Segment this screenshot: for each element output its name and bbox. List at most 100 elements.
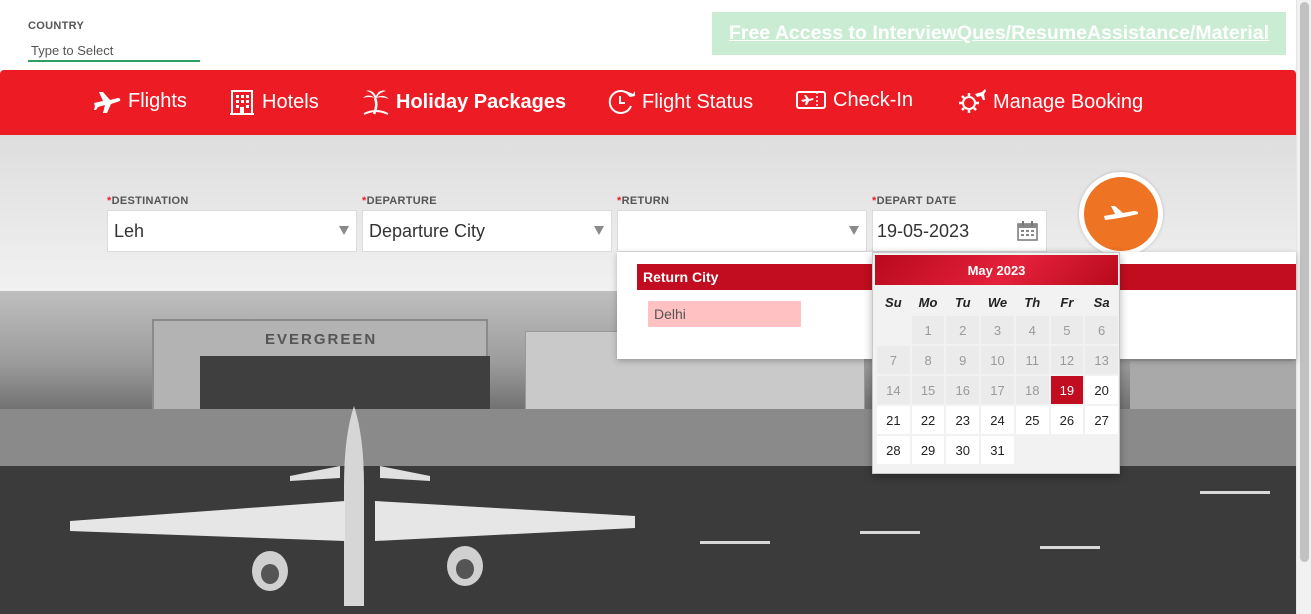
nav-item-flight-status[interactable]: Flight Status bbox=[606, 88, 753, 116]
depart-date-label: DEPART DATE bbox=[876, 195, 957, 207]
calendar-day-disabled: 13 bbox=[1084, 345, 1119, 375]
depart-date-value: 19-05-2023 bbox=[877, 220, 970, 241]
country-label: COUNTRY bbox=[28, 20, 85, 32]
return-city-option[interactable]: Delhi bbox=[648, 301, 801, 327]
weekday-header: Th bbox=[1024, 294, 1041, 310]
page-scrollbar[interactable] bbox=[1296, 0, 1311, 614]
datepicker: May 2023 Su Mo Tu We Th Fr Sa 1 2 3 4 5 6 7 8 9 10 11 12 1… bbox=[872, 252, 1120, 474]
ticket-icon bbox=[795, 88, 827, 112]
depart-date-field: *DEPART DATE 19-05-2023 bbox=[872, 195, 1047, 252]
nav-item-flights[interactable]: Flights bbox=[92, 88, 187, 114]
calendar-day-disabled: 7 bbox=[876, 345, 911, 375]
calendar-day-disabled: 14 bbox=[876, 375, 911, 405]
promo-banner: Free Access to InterviewQues/ResumeAssis… bbox=[712, 12, 1286, 55]
country-input[interactable] bbox=[28, 40, 200, 62]
weekday-header: We bbox=[987, 294, 1008, 310]
nav-item-hotels[interactable]: Hotels bbox=[228, 88, 319, 116]
nav-label-manage-booking: Manage Booking bbox=[993, 90, 1144, 113]
calendar-day-disabled: 9 bbox=[945, 345, 981, 375]
building-icon bbox=[228, 88, 256, 116]
hangar-door bbox=[200, 356, 490, 411]
calendar-day[interactable]: 24 bbox=[980, 405, 1015, 435]
airplane-image bbox=[70, 406, 635, 606]
calendar-day-disabled: 8 bbox=[910, 345, 946, 375]
return-field: *RETURN bbox=[617, 195, 867, 252]
calendar-day-disabled: 4 bbox=[1014, 315, 1050, 345]
calendar-day-disabled: 6 bbox=[1084, 315, 1119, 345]
runway-stripe bbox=[1200, 491, 1270, 494]
weekday-header: Fr bbox=[1060, 294, 1074, 310]
calendar-day-disabled: 18 bbox=[1014, 375, 1050, 405]
dropdown-arrow-icon bbox=[849, 226, 859, 235]
departure-label: DEPARTURE bbox=[366, 195, 437, 207]
hangar-sign: EVERGREEN bbox=[265, 331, 378, 348]
palm-tree-icon bbox=[362, 88, 390, 116]
nav-item-check-in[interactable]: Check-In bbox=[795, 88, 913, 112]
return-label: RETURN bbox=[621, 195, 670, 207]
calendar-empty-cell bbox=[876, 315, 911, 345]
dropdown-arrow-icon bbox=[339, 226, 349, 235]
runway-stripe bbox=[860, 531, 920, 534]
calendar-day-disabled: 2 bbox=[945, 315, 981, 345]
weekday-header: Mo bbox=[918, 294, 938, 310]
country-selector: COUNTRY bbox=[28, 20, 200, 62]
calendar-day[interactable]: 21 bbox=[876, 405, 911, 435]
calendar-day-disabled: 16 bbox=[945, 375, 981, 405]
nav-label-flights: Flights bbox=[128, 89, 187, 112]
weekday-header: Su bbox=[885, 294, 902, 310]
calendar-day-disabled: 11 bbox=[1014, 345, 1050, 375]
calendar-day-disabled: 17 bbox=[980, 375, 1015, 405]
calendar-day[interactable]: 28 bbox=[876, 435, 911, 465]
calendar-day-selected[interactable]: 19 bbox=[1049, 375, 1085, 405]
nav-label-holiday-packages: Holiday Packages bbox=[396, 90, 567, 113]
departure-select[interactable]: Departure City bbox=[362, 210, 612, 252]
dropdown-arrow-icon bbox=[594, 226, 604, 235]
calendar-day-disabled: 10 bbox=[980, 345, 1015, 375]
calendar-day[interactable]: 23 bbox=[945, 405, 981, 435]
calendar-empty-cell bbox=[1014, 435, 1050, 465]
depart-date-input[interactable]: 19-05-2023 bbox=[872, 210, 1047, 252]
plane-icon bbox=[92, 88, 122, 114]
calendar-icon[interactable] bbox=[1017, 221, 1038, 246]
promo-link[interactable]: Free Access to InterviewQues/ResumeAssis… bbox=[729, 22, 1269, 45]
nav-item-manage-booking[interactable]: Manage Booking bbox=[957, 88, 1143, 116]
calendar-day[interactable]: 22 bbox=[910, 405, 946, 435]
search-flights-button[interactable] bbox=[1079, 172, 1163, 256]
calendar-day[interactable]: 31 bbox=[980, 435, 1015, 465]
weekday-header: Tu bbox=[954, 294, 971, 310]
calendar-day-disabled: 12 bbox=[1049, 345, 1085, 375]
calendar-day-disabled: 1 bbox=[910, 315, 946, 345]
nav-label-check-in: Check-In bbox=[833, 88, 914, 111]
clock-plane-icon bbox=[606, 88, 636, 116]
calendar-day-disabled: 15 bbox=[910, 375, 946, 405]
calendar-day[interactable]: 29 bbox=[910, 435, 946, 465]
destination-label: DESTINATION bbox=[111, 195, 189, 207]
datepicker-month-title: May 2023 bbox=[875, 255, 1118, 285]
plane-icon bbox=[1101, 200, 1141, 229]
calendar-grid: Su Mo Tu We Th Fr Sa 1 2 3 4 5 6 7 8 9 10 11 12 13 14 15 16 17… bbox=[876, 289, 1119, 465]
weekday-header: Sa bbox=[1093, 294, 1110, 310]
calendar-day-disabled: 3 bbox=[980, 315, 1015, 345]
destination-value: Leh bbox=[114, 220, 145, 241]
calendar-day[interactable]: 30 bbox=[945, 435, 981, 465]
destination-field: *DESTINATION Leh bbox=[107, 195, 357, 252]
calendar-day[interactable]: 25 bbox=[1014, 405, 1050, 435]
nav-label-hotels: Hotels bbox=[262, 90, 319, 113]
return-select[interactable] bbox=[617, 210, 867, 252]
gear-plane-icon bbox=[957, 88, 987, 116]
runway-stripe bbox=[1040, 546, 1100, 549]
calendar-day[interactable]: 20 bbox=[1084, 375, 1119, 405]
calendar-empty-cell bbox=[1084, 435, 1119, 465]
runway-stripe bbox=[700, 541, 770, 544]
nav-item-holiday-packages[interactable]: Holiday Packages bbox=[362, 88, 566, 116]
main-nav: Flights Hotels Holiday Packages Flight S… bbox=[0, 70, 1296, 135]
departure-value: Departure City bbox=[369, 220, 486, 241]
destination-select[interactable]: Leh bbox=[107, 210, 357, 252]
calendar-day[interactable]: 27 bbox=[1084, 405, 1119, 435]
departure-field: *DEPARTURE Departure City bbox=[362, 195, 612, 252]
scrollbar-thumb[interactable] bbox=[1300, 2, 1309, 562]
distant-building bbox=[1130, 361, 1296, 411]
calendar-empty-cell bbox=[1049, 435, 1085, 465]
calendar-day[interactable]: 26 bbox=[1049, 405, 1085, 435]
nav-label-flight-status: Flight Status bbox=[642, 90, 754, 113]
